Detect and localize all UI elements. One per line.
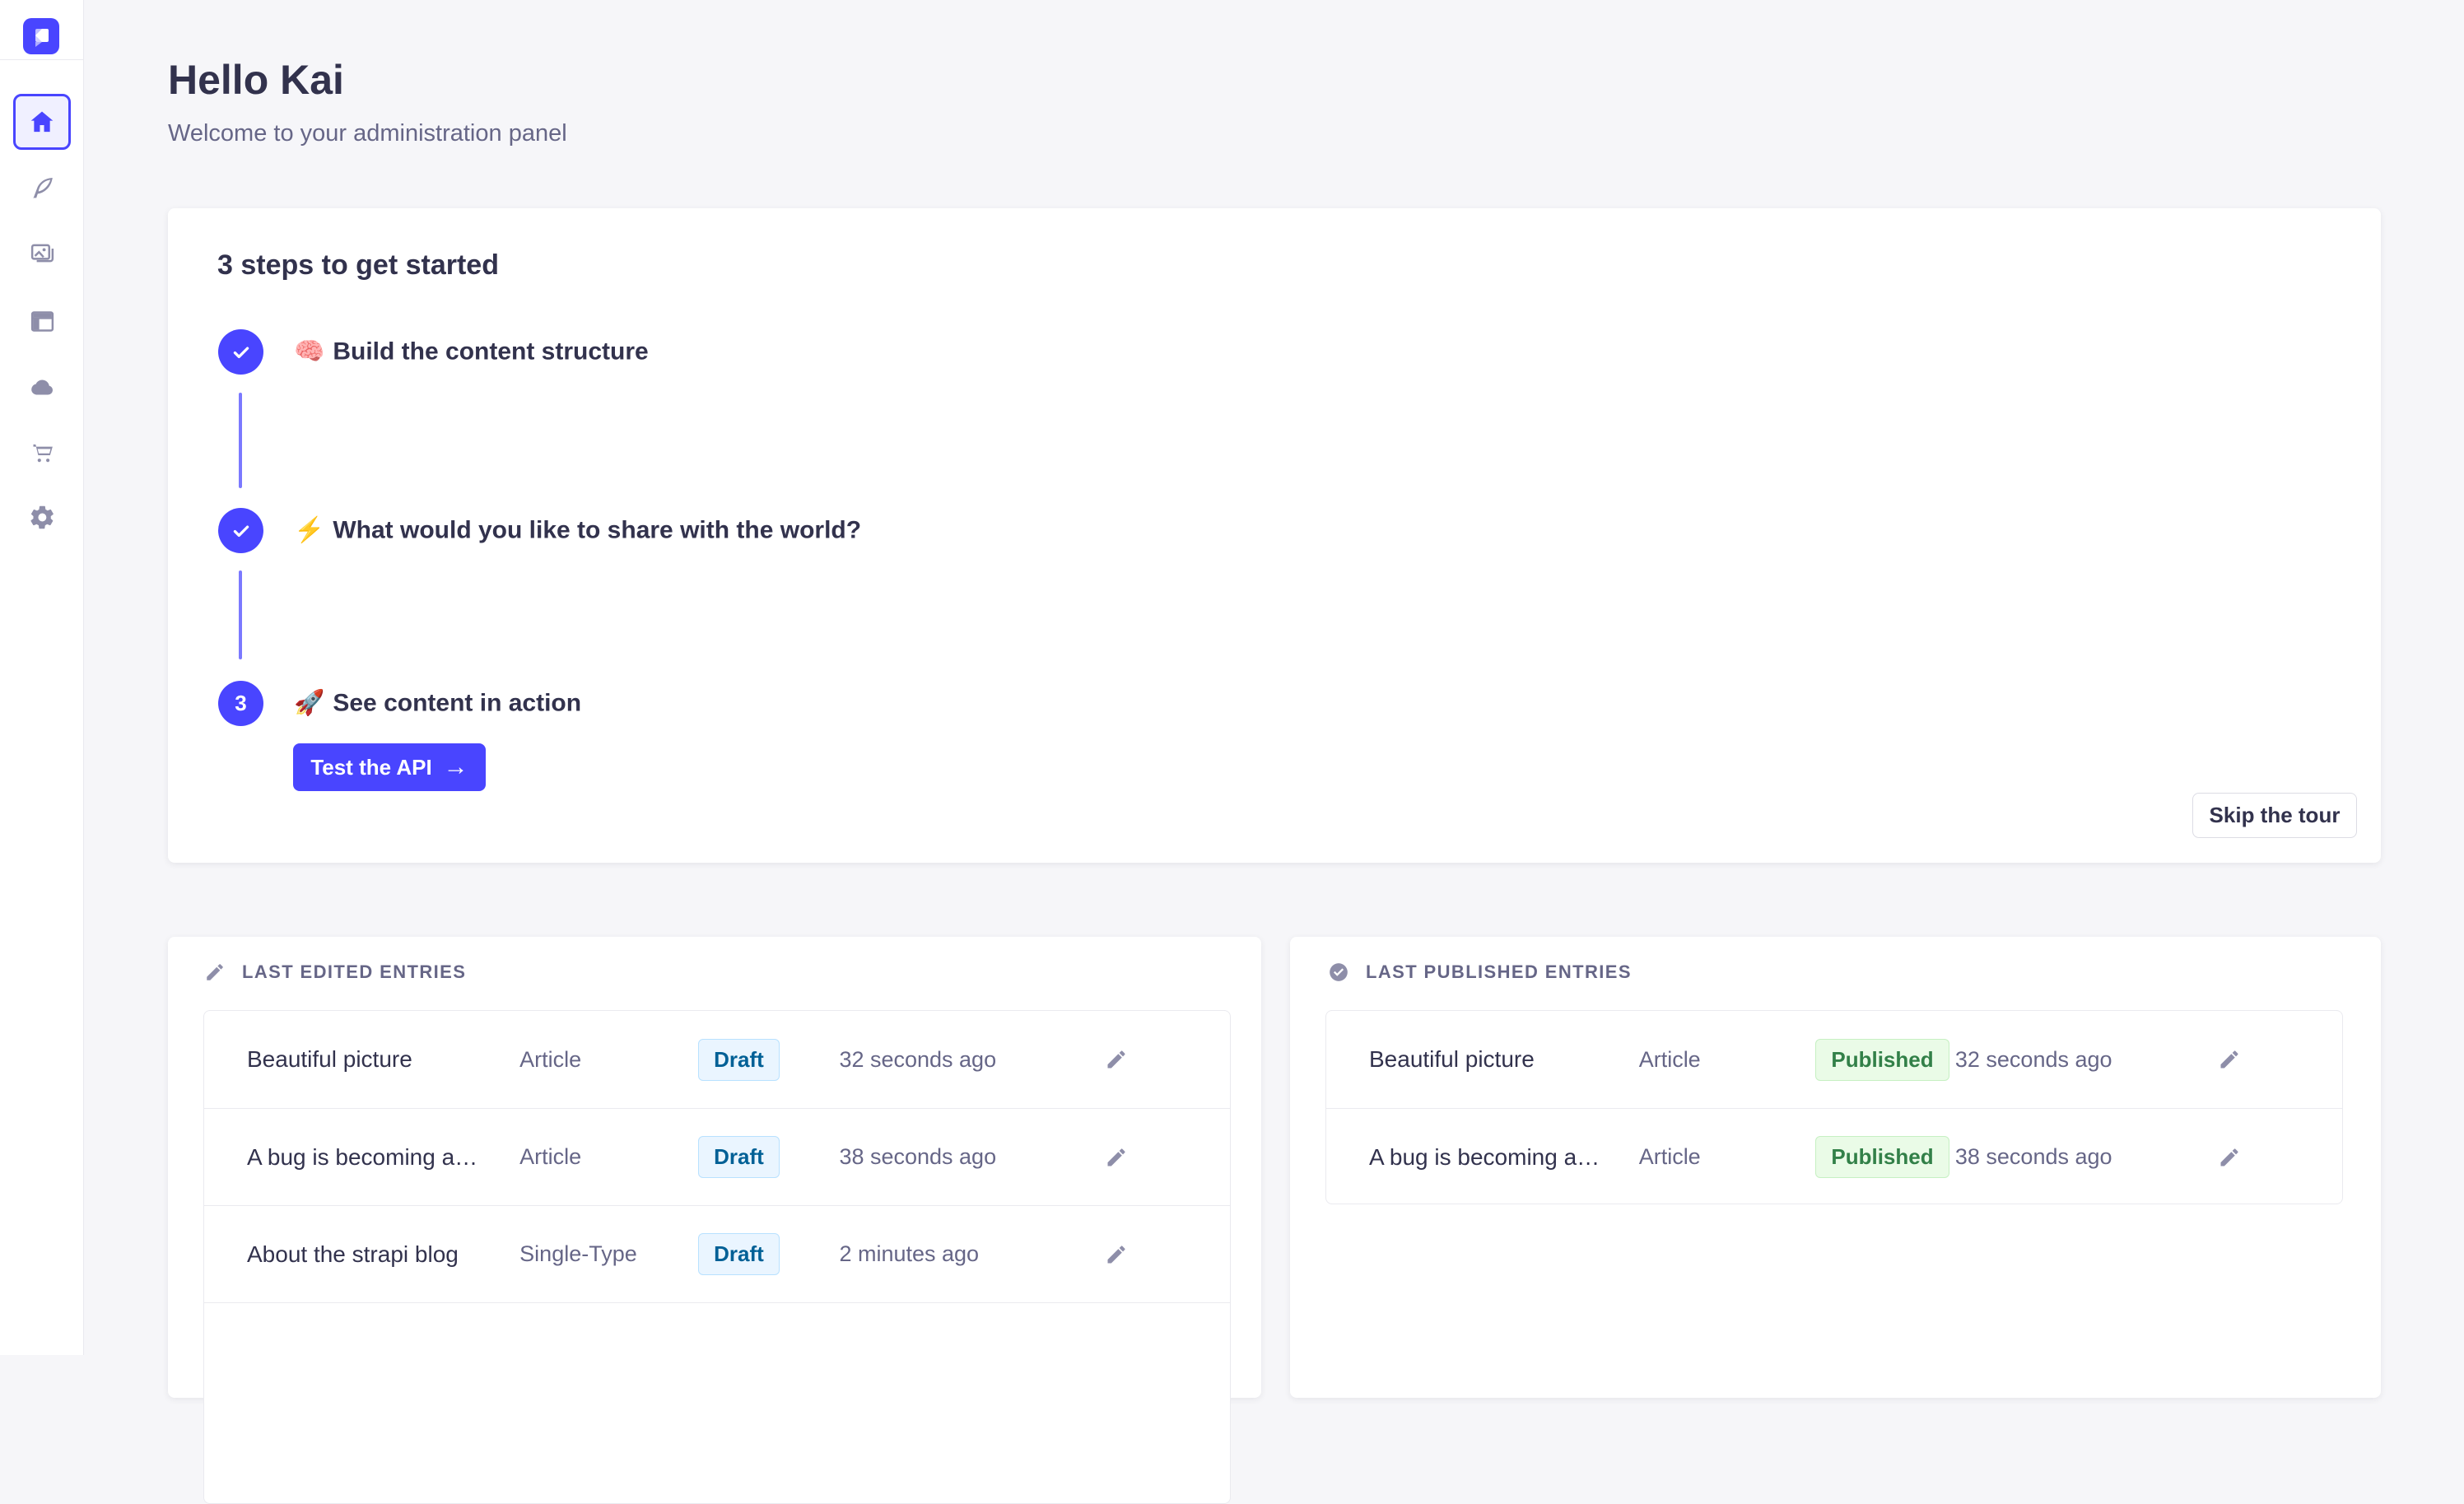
cloud-icon xyxy=(29,374,56,401)
last-edited-table: Beautiful picture Article Draft 32 secon… xyxy=(203,1010,1231,1504)
entry-title: Beautiful picture xyxy=(247,1046,519,1073)
feather-icon xyxy=(29,175,56,202)
last-edited-header: LAST EDITED ENTRIES xyxy=(204,962,466,983)
entry-time: 2 minutes ago xyxy=(839,1241,1046,1267)
status-badge: Draft xyxy=(698,1039,780,1081)
entry-type: Article xyxy=(519,1144,698,1170)
sidebar-item-settings[interactable] xyxy=(16,491,68,543)
step-3-number: 3 xyxy=(235,691,246,716)
sidebar-item-content-manager[interactable] xyxy=(16,161,68,214)
sidebar-item-marketplace[interactable] xyxy=(16,426,68,478)
brain-emoji-icon: 🧠 xyxy=(294,338,324,366)
step-1-text: Build the content structure xyxy=(333,338,648,366)
entry-type: Single-Type xyxy=(519,1241,698,1267)
sidebar-item-media-library[interactable] xyxy=(16,226,68,279)
gear-icon xyxy=(29,504,56,531)
table-row: Beautiful picture Article Draft 32 secon… xyxy=(204,1011,1230,1108)
table-row: About the strapi blog Single-Type Draft … xyxy=(204,1205,1230,1302)
step-1-label: 🧠 Build the content structure xyxy=(294,338,649,366)
entry-time: 32 seconds ago xyxy=(1955,1047,2160,1073)
pencil-icon xyxy=(2218,1048,2241,1071)
strapi-logo-icon xyxy=(25,20,58,53)
edit-entry-button[interactable] xyxy=(2211,1041,2247,1078)
cart-icon xyxy=(29,439,56,466)
status-badge: Draft xyxy=(698,1136,780,1178)
step-2-text: What would you like to share with the wo… xyxy=(333,516,861,544)
table-row: A bug is becoming a… Article Published 3… xyxy=(1326,1108,2342,1204)
home-icon xyxy=(28,108,56,136)
edit-entry-button[interactable] xyxy=(2211,1139,2247,1176)
skip-tour-button[interactable]: Skip the tour xyxy=(2192,793,2357,838)
status-badge: Published xyxy=(1815,1039,1949,1081)
sidebar-item-deploy[interactable] xyxy=(16,361,68,413)
page-title: Hello Kai xyxy=(168,56,344,104)
entry-time: 32 seconds ago xyxy=(839,1047,1046,1073)
onboarding-card: 3 steps to get started 3 🧠 Build the con… xyxy=(168,208,2381,863)
step-1-check-circle xyxy=(218,329,263,375)
sidebar-item-home[interactable] xyxy=(13,94,71,150)
last-published-table: Beautiful picture Article Published 32 s… xyxy=(1325,1010,2343,1204)
check-circle-icon xyxy=(1328,962,1349,983)
pencil-icon xyxy=(204,962,226,983)
onboarding-title: 3 steps to get started xyxy=(217,249,499,282)
entry-title: A bug is becoming a… xyxy=(1369,1144,1639,1171)
page-subtitle: Welcome to your administration panel xyxy=(168,120,567,147)
sidebar-divider xyxy=(0,59,84,60)
step-2-label: ⚡ What would you like to share with the … xyxy=(294,516,861,545)
arrow-right-icon: → xyxy=(444,755,468,780)
rocket-emoji-icon: 🚀 xyxy=(294,689,324,718)
edit-entry-button[interactable] xyxy=(1098,1041,1134,1078)
table-row xyxy=(204,1302,1230,1399)
edit-entry-button[interactable] xyxy=(1098,1236,1134,1273)
step-3-text: See content in action xyxy=(333,689,581,717)
check-icon xyxy=(231,520,252,542)
entry-title: Beautiful picture xyxy=(1369,1046,1639,1073)
step-2-check-circle xyxy=(218,508,263,553)
pictures-icon xyxy=(29,240,56,267)
last-published-panel: LAST PUBLISHED ENTRIES Beautiful picture… xyxy=(1290,937,2381,1398)
entry-title: About the strapi blog xyxy=(247,1241,519,1268)
step-connector-2 xyxy=(239,570,242,659)
entry-type: Article xyxy=(1639,1144,1816,1170)
status-badge: Published xyxy=(1815,1136,1949,1178)
last-edited-panel: LAST EDITED ENTRIES Beautiful picture Ar… xyxy=(168,937,1261,1398)
test-api-label: Test the API xyxy=(310,755,431,780)
step-3-number-circle: 3 xyxy=(218,681,263,726)
entry-type: Article xyxy=(1639,1047,1816,1073)
step-3-label: 🚀 See content in action xyxy=(294,689,581,718)
pencil-icon xyxy=(1105,1243,1128,1266)
entry-type: Article xyxy=(519,1047,698,1073)
edit-entry-button[interactable] xyxy=(1098,1139,1134,1176)
check-icon xyxy=(231,342,252,363)
entry-time: 38 seconds ago xyxy=(1955,1144,2160,1170)
table-row: Beautiful picture Article Published 32 s… xyxy=(1326,1011,2342,1108)
entry-title: A bug is becoming a… xyxy=(247,1144,519,1171)
test-api-button[interactable]: Test the API → xyxy=(293,743,486,791)
sidebar xyxy=(0,0,84,1355)
lightning-emoji-icon: ⚡ xyxy=(294,516,324,545)
pencil-icon xyxy=(2218,1146,2241,1169)
pencil-icon xyxy=(1105,1146,1128,1169)
table-row: A bug is becoming a… Article Draft 38 se… xyxy=(204,1108,1230,1205)
last-edited-title: LAST EDITED ENTRIES xyxy=(242,962,466,983)
status-badge: Draft xyxy=(698,1233,780,1275)
entry-time: 38 seconds ago xyxy=(839,1144,1046,1170)
sidebar-item-content-type-builder[interactable] xyxy=(16,295,68,347)
step-connector-1 xyxy=(239,393,242,488)
last-published-title: LAST PUBLISHED ENTRIES xyxy=(1366,962,1632,983)
last-published-header: LAST PUBLISHED ENTRIES xyxy=(1328,962,1632,983)
layout-icon xyxy=(29,308,56,335)
pencil-icon xyxy=(1105,1048,1128,1071)
strapi-logo[interactable] xyxy=(23,18,59,54)
